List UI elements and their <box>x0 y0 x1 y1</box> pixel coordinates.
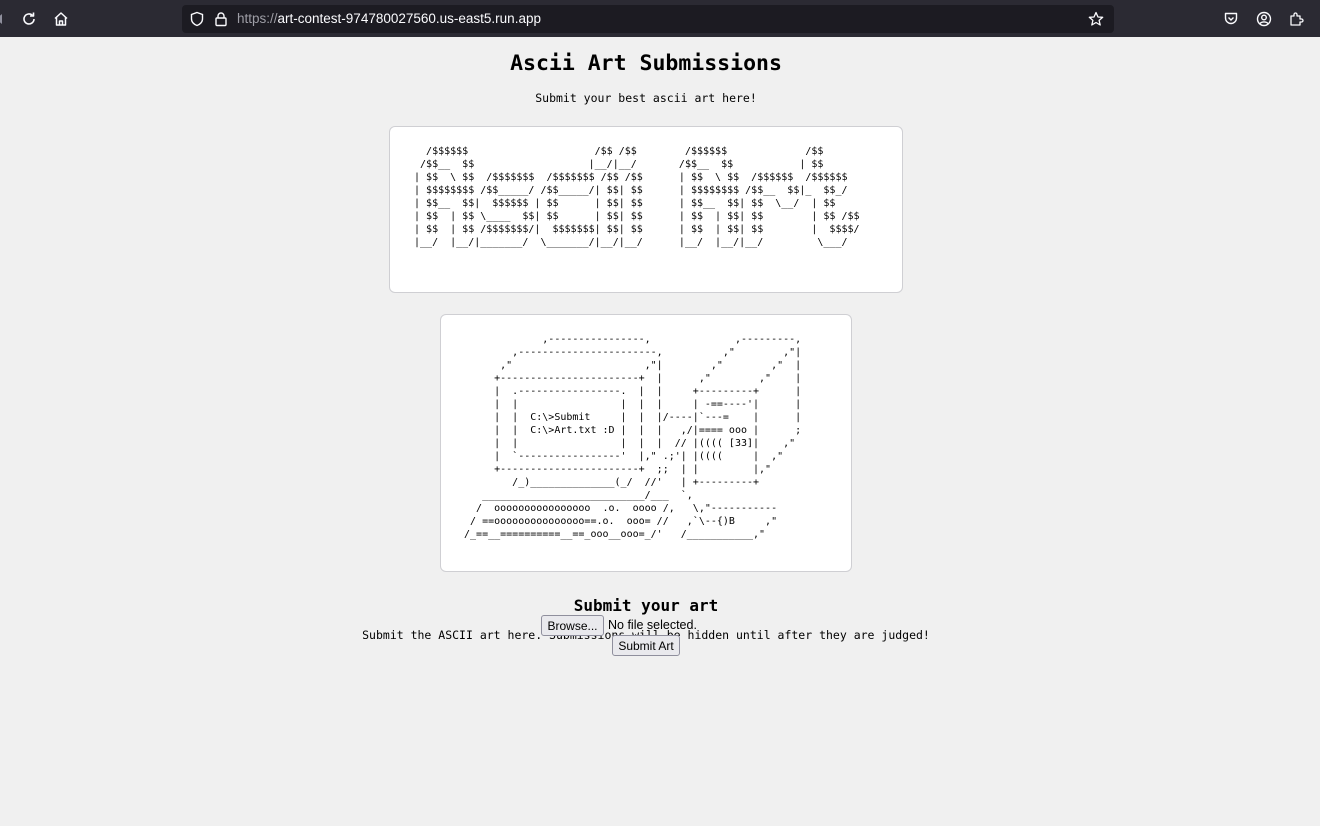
extensions-puzzle-icon[interactable] <box>1286 9 1306 29</box>
back-arrow-icon[interactable] <box>0 9 4 29</box>
account-icon[interactable] <box>1254 9 1274 29</box>
browser-toolbar: https://art-contest-974780027560.us-east… <box>0 0 1320 37</box>
art-card-computer: ,----------------, ,---------, ,--------… <box>440 314 852 572</box>
reload-icon[interactable] <box>19 9 39 29</box>
url-text[interactable]: https://art-contest-974780027560.us-east… <box>237 11 541 26</box>
art-card-ascii-art: /$$$$$$ /$$ /$$ /$$$$$$ /$$ /$$__ $$ |__… <box>389 126 903 293</box>
browse-file-button[interactable]: Browse... <box>541 615 604 636</box>
home-icon[interactable] <box>51 9 71 29</box>
file-status-text: No file selected. <box>608 618 697 632</box>
lock-icon[interactable] <box>213 11 229 27</box>
page-content: Ascii Art Submissions Submit your best a… <box>0 37 1320 826</box>
ascii-art-banner: /$$$$$$ /$$ /$$ /$$$$$$ /$$ /$$__ $$ |__… <box>414 146 860 248</box>
tracking-protection-shield-icon[interactable] <box>189 11 205 27</box>
pocket-icon[interactable] <box>1221 9 1241 29</box>
submit-heading: Submit your art <box>573 596 719 615</box>
page-subtitle: Submit your best ascii art here! <box>535 91 757 105</box>
ascii-art-computer: ,----------------, ,---------, ,--------… <box>464 334 802 540</box>
bookmark-star-icon[interactable] <box>1088 11 1104 27</box>
page-title: Ascii Art Submissions <box>510 51 782 76</box>
address-bar[interactable]: https://art-contest-974780027560.us-east… <box>182 5 1114 33</box>
submit-art-button[interactable]: Submit Art <box>612 635 680 656</box>
